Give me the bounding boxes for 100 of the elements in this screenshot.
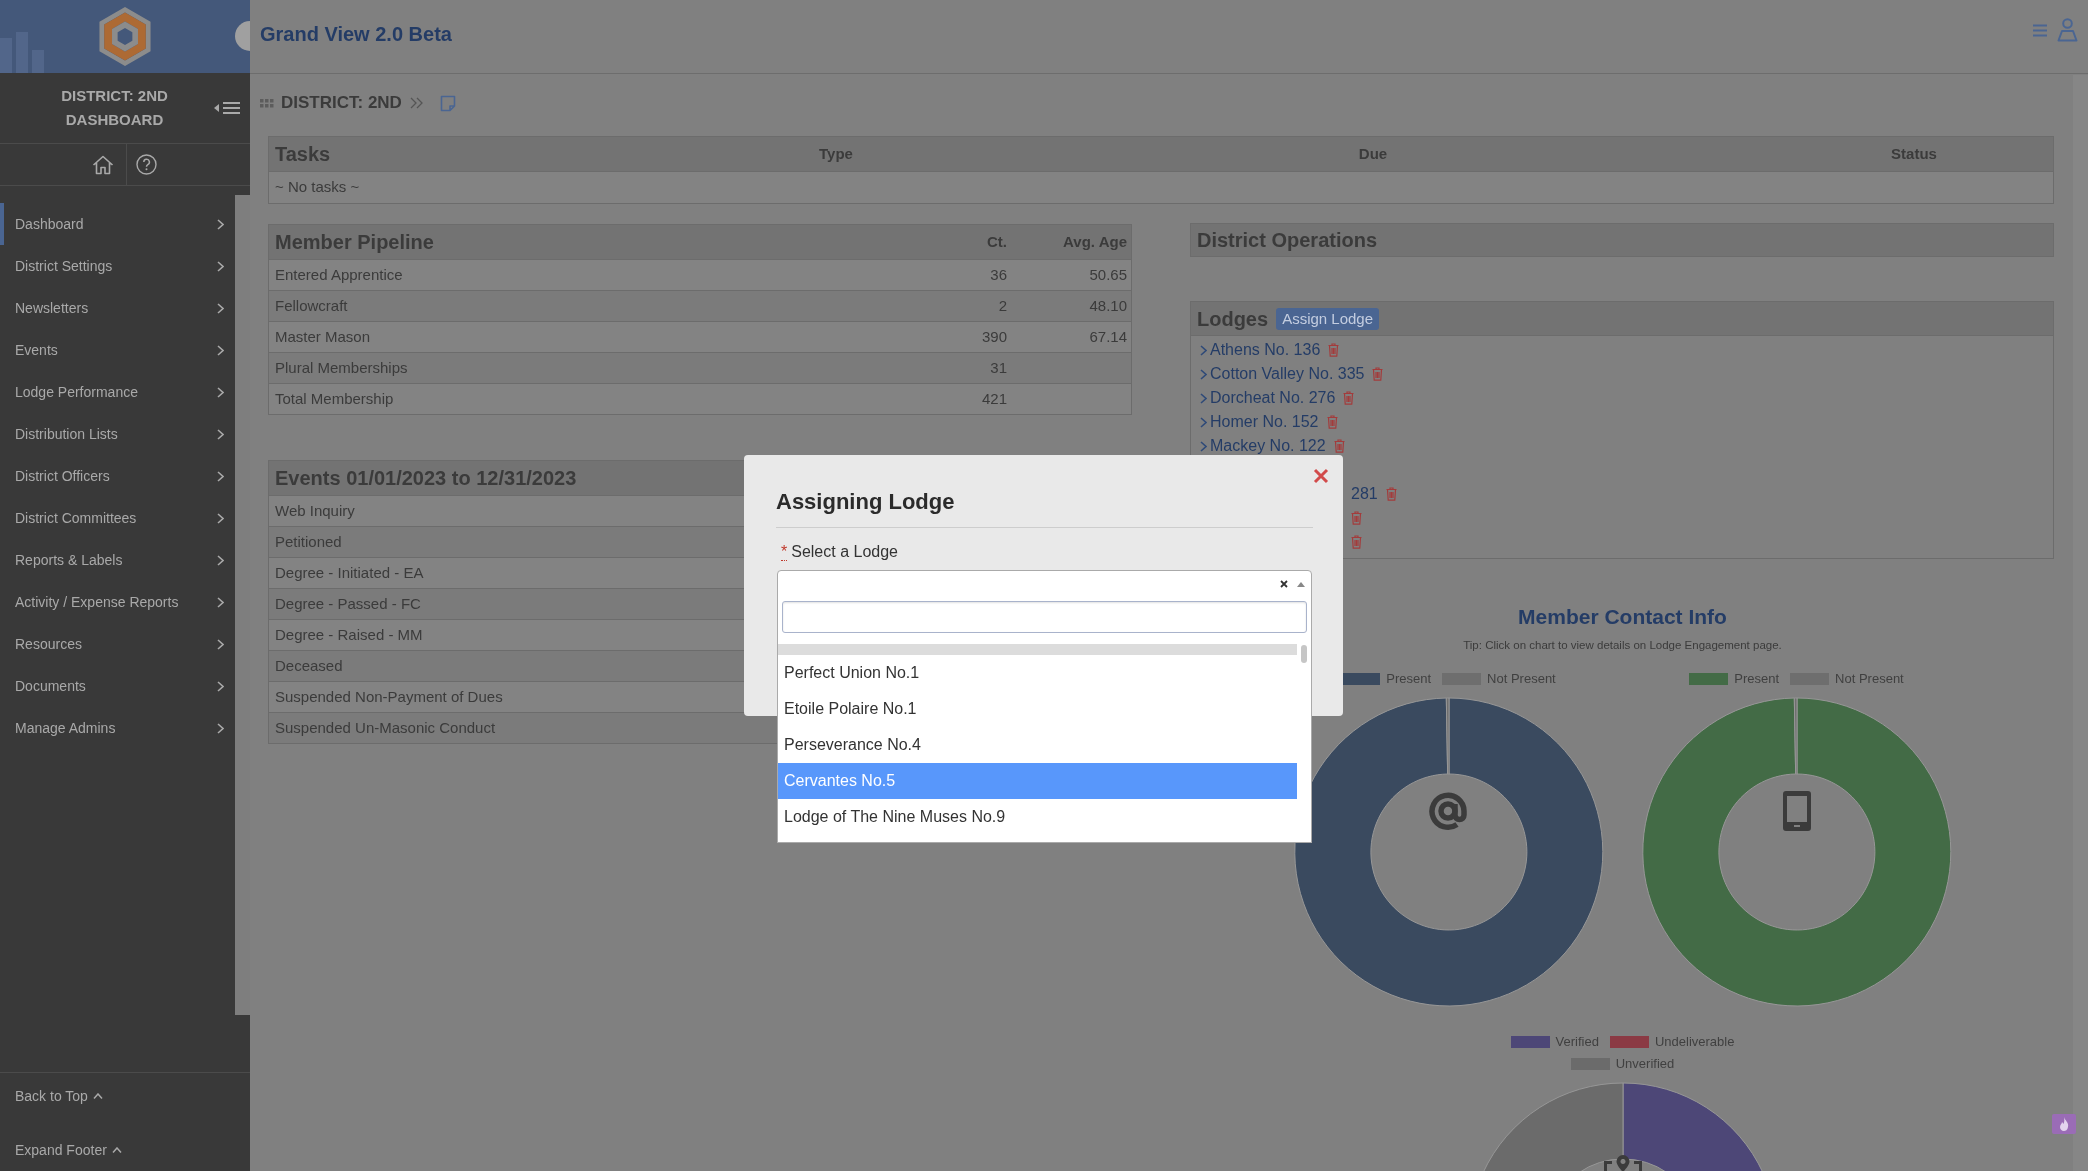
legend-label: Unverified	[1615, 1055, 1675, 1074]
chevron-right-icon	[217, 680, 224, 692]
dropdown-option[interactable]: Cervantes No.5	[778, 763, 1298, 799]
sidebar-item[interactable]: Lodge Performance	[0, 371, 235, 413]
row-label: Web Inquiry	[275, 501, 355, 519]
clear-icon[interactable]	[1280, 580, 1288, 588]
lodge-link[interactable]: Cotton Valley No. 335	[1210, 362, 1365, 386]
sidebar-item[interactable]: Events	[0, 329, 235, 371]
sidebar-item[interactable]: District Officers	[0, 455, 235, 497]
row-label: Deceased	[275, 656, 343, 674]
trash-icon[interactable]	[1351, 535, 1362, 549]
lodge-link[interactable]: Dorcheat No. 276	[1210, 386, 1336, 410]
table-cell-text: 48.10	[1088, 295, 1128, 316]
trash-icon[interactable]	[1351, 511, 1362, 525]
sidebar-item[interactable]: Newsletters	[0, 287, 235, 329]
chevron-right-icon[interactable]	[1200, 368, 1207, 380]
trash-icon[interactable]	[1385, 487, 1397, 501]
row-label: Degree - Raised - MM	[275, 625, 423, 643]
menu-collapse-icon[interactable]	[214, 101, 240, 115]
panel-title: District Operations	[1197, 228, 1378, 253]
donut-slice[interactable]	[1293, 697, 1603, 1007]
sidebar-item[interactable]: District Settings	[0, 245, 235, 287]
table-cell-text: 421	[980, 388, 1008, 409]
note-icon[interactable]	[439, 94, 456, 112]
help-icon[interactable]	[136, 154, 157, 175]
lodge-link[interactable]: Mackey No. 122	[1210, 434, 1326, 458]
row-label: Degree - Initiated - EA	[275, 563, 424, 581]
select-field[interactable]	[777, 570, 1312, 598]
chevron-right-icon	[217, 428, 224, 440]
empty-message: ~ No tasks ~	[275, 178, 360, 196]
close-icon	[1313, 468, 1329, 484]
sidebar-item[interactable]: Documents	[0, 665, 235, 707]
home-icon[interactable]	[92, 154, 114, 175]
lodge-link[interactable]: Homer No. 152	[1210, 410, 1319, 434]
close-button[interactable]	[1313, 468, 1329, 484]
at-sign-icon	[1428, 791, 1469, 831]
chevron-right-icon	[217, 596, 224, 608]
search-field[interactable]	[782, 601, 1307, 633]
field-label: Select a Lodge	[791, 542, 898, 562]
legend-label: Undeliverable	[1654, 1033, 1735, 1052]
column-header: Avg. Age	[1062, 231, 1128, 252]
trash-icon[interactable]	[1326, 415, 1338, 429]
dropdown-option[interactable]: Perfect Union No.1	[778, 655, 1298, 691]
row-label: Fellowcraft	[275, 296, 348, 314]
sidebar-item[interactable]: Resources	[0, 623, 235, 665]
row-label: Total Membership	[275, 389, 394, 407]
collapse-handle[interactable]	[235, 21, 250, 51]
modal-title: Assigning Lodge	[776, 488, 955, 516]
scrollbar-thumb[interactable]	[235, 195, 250, 1015]
sidebar-item[interactable]: District Committees	[0, 497, 235, 539]
user-icon[interactable]	[2057, 18, 2078, 42]
chevron-right-icon	[217, 512, 224, 524]
trash-icon[interactable]	[1372, 367, 1384, 381]
scrollbar-thumb[interactable]	[1301, 645, 1308, 663]
dropdown-option[interactable]: Etoile Polaire No.1	[778, 691, 1298, 727]
hexagon-logo	[99, 7, 151, 66]
sidebar-item[interactable]: Activity / Expense Reports	[0, 581, 235, 623]
lodge-link[interactable]: Athens No. 136	[1210, 338, 1321, 362]
trash-icon[interactable]	[1333, 439, 1345, 453]
table-cell-text: 36	[989, 264, 1008, 285]
chevron-right-icon[interactable]	[1200, 416, 1207, 428]
chevron-right-icon[interactable]	[1200, 392, 1207, 404]
table-title: Events 01/01/2023 to 12/31/2023	[275, 467, 577, 489]
chevron-right-icon	[217, 470, 224, 482]
column-header: Status	[1890, 143, 1938, 164]
table-title: Tasks	[275, 143, 331, 165]
chevron-right-icon	[217, 722, 224, 734]
caret-up-icon[interactable]	[1297, 581, 1305, 587]
sidebar-footer-link[interactable]: Expand Footer	[15, 1139, 122, 1161]
required-mark: *	[781, 543, 788, 561]
sidebar-footer-link[interactable]: Back to Top	[15, 1085, 103, 1107]
chevron-right-icon[interactable]	[1200, 440, 1207, 452]
dropdown-option[interactable]: Perseverance No.4	[778, 727, 1298, 763]
dropdown-option[interactable]: Lodge of The Nine Muses No.9	[778, 799, 1298, 835]
sidebar-item[interactable]: Distribution Lists	[0, 413, 235, 455]
menu-icon[interactable]	[2033, 23, 2047, 37]
flame-icon[interactable]	[2052, 1114, 2076, 1134]
chevron-up-icon	[92, 1093, 103, 1099]
double-chevron-icon	[409, 97, 424, 109]
legend-label: Not Present	[1835, 670, 1904, 689]
chevron-up-icon	[111, 1147, 122, 1153]
lodge-link[interactable]: 281	[1351, 482, 1378, 506]
row-label: Petitioned	[275, 532, 342, 550]
breadcrumb-title: DISTRICT: 2ND	[281, 92, 402, 115]
sidebar-item[interactable]: Reports & Labels	[0, 539, 235, 581]
chevron-right-icon	[217, 554, 224, 566]
legend-label: Present	[1386, 670, 1432, 689]
row-label: Plural Memberships	[275, 358, 408, 376]
row-label: Suspended Un-Masonic Conduct	[275, 718, 496, 736]
panel-title: Lodges	[1197, 306, 1269, 332]
phone-icon	[1782, 791, 1811, 831]
trash-icon[interactable]	[1343, 391, 1355, 405]
sidebar-item[interactable]: Dashboard	[0, 203, 235, 245]
scrollbar-track[interactable]	[2073, 75, 2088, 1171]
trash-icon[interactable]	[1328, 343, 1340, 357]
assign-lodge-button[interactable]: Assign Lodge	[1276, 307, 1380, 330]
chevron-right-icon	[217, 302, 224, 314]
sidebar-item[interactable]: Manage Admins	[0, 707, 235, 749]
chevron-right-icon[interactable]	[1200, 344, 1207, 356]
grid-icon	[260, 98, 274, 108]
